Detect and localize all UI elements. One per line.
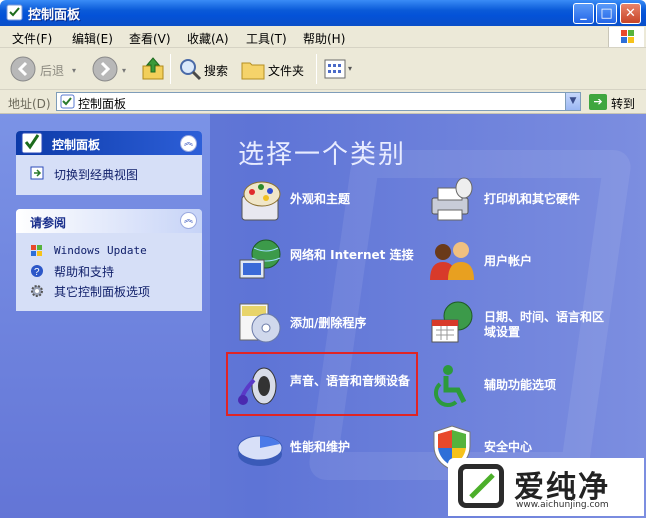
windows-update-link[interactable]: Windows Update <box>54 244 147 257</box>
forward-arrow-icon[interactable] <box>92 56 118 82</box>
control-panel-large-icon <box>20 130 46 156</box>
address-value: 控制面板 <box>78 97 127 111</box>
folders-icon[interactable] <box>240 57 266 81</box>
other-options-link[interactable]: 其它控制面板选项 <box>54 283 150 300</box>
menu-favorites[interactable]: 收藏(A) <box>187 30 229 47</box>
switch-view-icon <box>30 165 45 180</box>
search-icon[interactable] <box>178 57 202 81</box>
network-icon[interactable] <box>236 236 284 284</box>
category-appearance[interactable]: 外观和主题 <box>290 192 350 207</box>
folders-button[interactable]: 文件夹 <box>268 62 304 79</box>
category-add-remove[interactable]: 添加/删除程序 <box>290 316 366 331</box>
views-dropdown-icon[interactable]: ▾ <box>348 64 352 73</box>
menu-view[interactable]: 查看(V) <box>129 30 171 47</box>
back-button[interactable]: 后退 <box>40 62 64 79</box>
back-arrow-icon[interactable] <box>10 56 36 82</box>
help-support-link[interactable]: 帮助和支持 <box>54 263 114 280</box>
search-button[interactable]: 搜索 <box>204 62 228 79</box>
gear-icon <box>30 284 44 298</box>
address-dropdown-icon[interactable]: ▼ <box>565 93 580 110</box>
toolbar-separator <box>170 54 171 84</box>
switch-classic-view-link[interactable]: 切换到经典视图 <box>54 166 138 183</box>
users-icon[interactable] <box>428 236 476 284</box>
menu-help[interactable]: 帮助(H) <box>303 30 345 47</box>
windows-update-icon <box>30 244 44 258</box>
control-panel-small-icon <box>60 94 75 109</box>
accessibility-icon[interactable] <box>428 362 476 410</box>
collapse-chevron-icon[interactable]: ︽ <box>180 135 197 152</box>
menu-file[interactable]: 文件(F) <box>12 30 52 47</box>
address-label: 地址(D) <box>8 97 51 111</box>
go-arrow-icon[interactable]: ➔ <box>589 94 607 110</box>
svg-text:?: ? <box>34 267 40 278</box>
back-dropdown-icon[interactable]: ▾ <box>72 66 76 75</box>
performance-icon[interactable] <box>236 424 284 472</box>
menu-edit[interactable]: 编辑(E) <box>72 30 113 47</box>
menu-tools[interactable]: 工具(T) <box>246 30 287 47</box>
window-title: 控制面板 <box>28 8 81 23</box>
up-folder-icon[interactable] <box>140 56 166 82</box>
category-security[interactable]: 安全中心 <box>484 440 532 455</box>
minimize-button[interactable]: _ <box>573 3 594 24</box>
maximize-button[interactable]: □ <box>596 3 617 24</box>
category-printers[interactable]: 打印机和其它硬件 <box>484 192 580 207</box>
control-panel-icon <box>6 4 23 21</box>
help-icon: ? <box>30 264 44 278</box>
toolbar-separator <box>316 54 317 84</box>
category-performance[interactable]: 性能和维护 <box>290 440 350 455</box>
add-remove-icon[interactable] <box>236 298 284 346</box>
address-input[interactable] <box>56 92 581 111</box>
see-also-pane-title: 请参阅 <box>30 216 67 230</box>
printer-icon[interactable] <box>428 176 476 224</box>
close-button[interactable]: ✕ <box>620 3 641 24</box>
windows-logo-icon <box>608 27 644 47</box>
category-accessibility[interactable]: 辅助功能选项 <box>484 378 556 393</box>
watermark-url: www.aichunjing.com <box>516 500 609 510</box>
category-heading: 选择一个类别 <box>238 140 407 170</box>
date-time-icon[interactable] <box>428 298 476 346</box>
category-network[interactable]: 网络和 Internet 连接 <box>290 248 420 263</box>
watermark-logo-icon <box>458 464 504 508</box>
title-bar[interactable] <box>0 0 646 26</box>
control-panel-pane-title: 控制面板 <box>52 138 101 152</box>
go-button[interactable]: 转到 <box>611 95 635 112</box>
forward-dropdown-icon[interactable]: ▾ <box>122 66 126 75</box>
appearance-icon[interactable] <box>236 176 284 224</box>
category-date-time[interactable]: 日期、时间、语言和区域设置 <box>484 310 608 340</box>
category-user-accounts[interactable]: 用户帐户 <box>484 254 532 269</box>
views-icon[interactable] <box>324 58 346 80</box>
collapse-chevron-icon[interactable]: ︽ <box>180 212 197 229</box>
highlight-annotation <box>226 352 418 416</box>
